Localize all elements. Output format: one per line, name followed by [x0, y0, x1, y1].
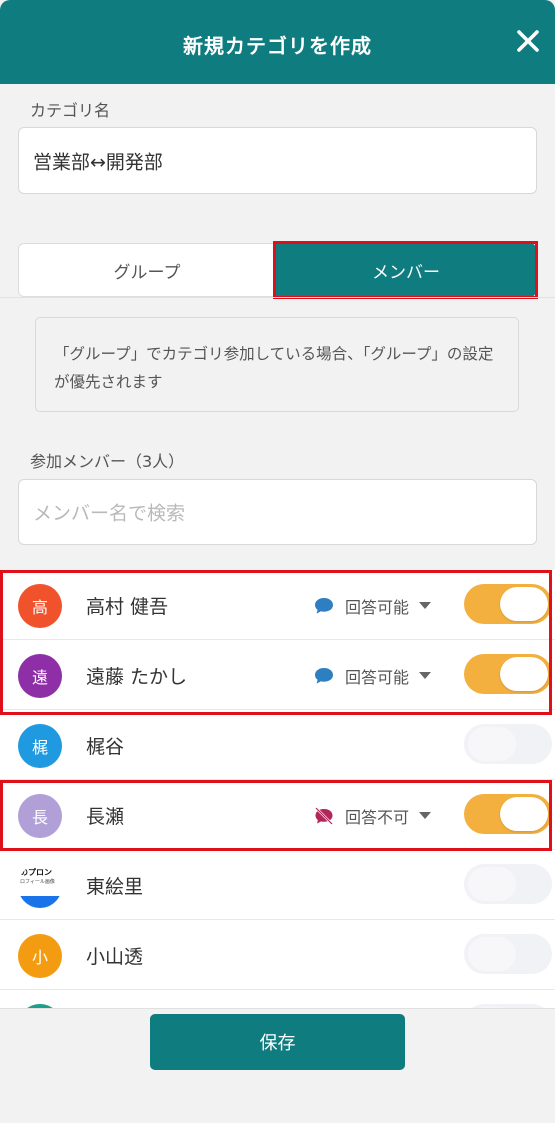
participant-members-label: 参加メンバー（3人）	[30, 452, 185, 471]
permission-label: 回答可能	[345, 598, 410, 617]
permission-dropdown[interactable]: 回答可能	[313, 664, 432, 688]
toggle-knob	[500, 657, 548, 691]
member-row: 小 小山透	[0, 920, 555, 990]
avatar-image-subtext: ロフィール画像	[20, 879, 55, 885]
member-name: 長瀬	[86, 806, 125, 828]
tab-member[interactable]: メンバー	[276, 243, 536, 297]
member-toggle[interactable]	[464, 864, 552, 904]
toggle-knob	[500, 587, 548, 621]
chat-bubble-icon	[315, 668, 333, 684]
member-toggle[interactable]	[464, 654, 552, 694]
member-toggle[interactable]	[464, 934, 552, 974]
member-name: 高村 健吾	[86, 596, 169, 618]
toggle-knob	[468, 867, 516, 901]
priority-note: 「グループ」でカテゴリ参加している場合、「グループ」の設定が優先されます	[35, 317, 519, 412]
member-toggle[interactable]	[464, 584, 552, 624]
member-row: 遠 遠藤 たかし 回答可能	[0, 640, 555, 710]
category-name-label: カテゴリ名	[30, 101, 111, 120]
chevron-down-icon	[419, 812, 432, 819]
chevron-down-icon	[419, 672, 432, 679]
member-name: 東絵里	[86, 876, 144, 898]
member-name: 梶谷	[86, 736, 125, 758]
avatar-image-band	[18, 896, 62, 908]
member-row: のプロン ロフィール画像 東絵里	[0, 850, 555, 920]
save-button[interactable]: 保存	[150, 1014, 405, 1070]
member-list: 高 高村 健吾 回答可能 遠 遠藤 たかし 回答可能 梶 梶谷 長 長瀬 回答不…	[0, 570, 555, 1010]
avatar: 遠	[18, 654, 62, 698]
toggle-knob	[500, 797, 548, 831]
modal-header: 新規カテゴリを作成	[0, 0, 555, 84]
member-name: 小山透	[86, 946, 144, 968]
member-row: 長 長瀬 回答不可	[0, 780, 555, 850]
avatar-image-text: のプロン	[20, 868, 52, 877]
permission-dropdown[interactable]: 回答不可	[313, 804, 432, 828]
permission-label: 回答不可	[345, 808, 410, 827]
close-icon[interactable]	[515, 28, 541, 54]
category-name-value: 営業部↔開発部	[33, 151, 163, 173]
create-category-modal: 新規カテゴリを作成 カテゴリ名 営業部↔開発部 グループ メンバー 「グループ」…	[0, 0, 555, 1123]
category-name-input[interactable]: 営業部↔開発部	[18, 127, 537, 194]
permission-label: 回答可能	[345, 668, 410, 687]
modal-title: 新規カテゴリを作成	[183, 34, 372, 58]
avatar: 小	[18, 934, 62, 978]
member-toggle[interactable]	[464, 794, 552, 834]
member-search-input[interactable]: メンバー名で検索	[18, 479, 537, 545]
avatar: 高	[18, 584, 62, 628]
member-row: 高 高村 健吾 回答可能	[0, 570, 555, 640]
chat-disabled-icon	[315, 807, 333, 825]
permission-dropdown[interactable]: 回答可能	[313, 594, 432, 618]
chevron-down-icon	[419, 602, 432, 609]
member-search-placeholder: メンバー名で検索	[33, 502, 186, 525]
member-name: 遠藤 たかし	[86, 666, 188, 688]
avatar: 長	[18, 794, 62, 838]
avatar-image: のプロン ロフィール画像	[18, 864, 62, 908]
section-divider	[0, 297, 555, 298]
avatar: 梶	[18, 724, 62, 768]
member-row: 梶 梶谷	[0, 710, 555, 780]
member-toggle[interactable]	[464, 724, 552, 764]
toggle-knob	[468, 727, 516, 761]
assignment-type-tabs: グループ メンバー	[18, 243, 536, 297]
toggle-knob	[468, 937, 516, 971]
tab-group[interactable]: グループ	[18, 243, 276, 297]
chat-bubble-icon	[315, 598, 333, 614]
member-row-partial	[0, 990, 555, 1010]
